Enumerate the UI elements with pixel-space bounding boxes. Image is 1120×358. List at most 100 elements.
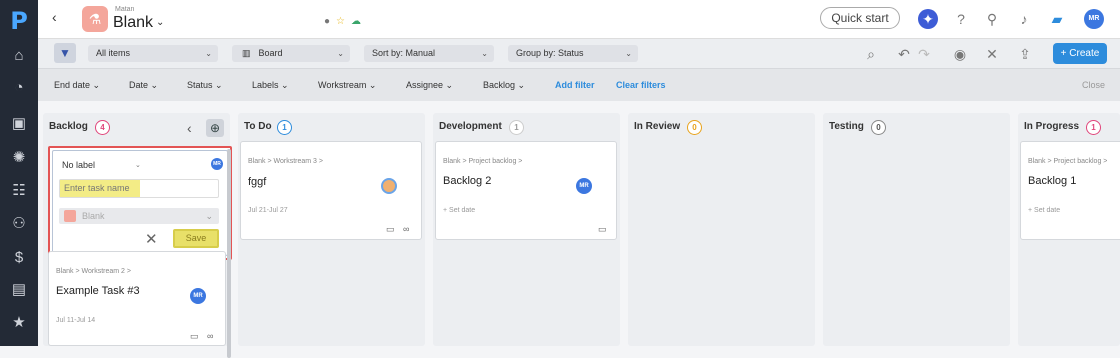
task-card[interactable]: Blank > Project backlog > Backlog 2 MR +…: [435, 141, 617, 240]
column-title: Backlog: [49, 121, 88, 132]
task-card[interactable]: Blank > Workstream 2 > Example Task #3 M…: [48, 251, 226, 346]
add-filter-link[interactable]: Add filter: [555, 80, 595, 90]
column-count-badge: 0: [871, 120, 886, 135]
back-icon[interactable]: ‹: [52, 9, 57, 25]
new-task-form-highlight: No label ⌄ MR Enter task name Blank ⌄ ✕ …: [48, 146, 232, 260]
view-toolbar: ▼ All items ⌄ ▥ Board ⌄ Sort by: Manual ⌄ Gr…: [38, 38, 1120, 68]
ai-sparkle-icon[interactable]: ✦: [918, 9, 938, 29]
chevron-down-icon: ⌄: [337, 49, 344, 58]
items-dropdown[interactable]: All items ⌄: [88, 45, 218, 62]
column-title: In Progress: [1024, 121, 1080, 132]
top-bar: ‹ ⚗ Matan Blank ⌄ ● ☆ ☁ Quick start ✦ ? …: [38, 0, 1120, 38]
chevron-down-icon[interactable]: ⌄: [135, 161, 141, 169]
column-scrollbar[interactable]: [227, 149, 231, 358]
quick-start-button[interactable]: Quick start: [820, 7, 900, 29]
kanban-board: Backlog 4 ‹ ⊕ No label ⌄ MR Enter task n…: [38, 101, 1120, 358]
column-in-progress: In Progress 1 Blank > Project backlog > …: [1018, 113, 1120, 346]
card-breadcrumb: Blank > Workstream 3 >: [248, 158, 323, 165]
column-count-badge: 0: [687, 120, 702, 135]
filter-backlog[interactable]: Backlog ⌄: [483, 80, 525, 91]
filter-end-date[interactable]: End date ⌄: [54, 80, 100, 91]
card-breadcrumb: Blank > Project backlog >: [443, 158, 523, 165]
card-title[interactable]: fggf: [248, 176, 266, 188]
board-view-icon: ▥: [242, 48, 251, 58]
task-card[interactable]: Blank > Project backlog > Backlog 1 + Se…: [1020, 141, 1120, 240]
help-icon[interactable]: ?: [951, 9, 971, 29]
team-icon[interactable]: ⚇: [9, 214, 29, 234]
user-avatar[interactable]: MR: [1084, 9, 1104, 29]
chevron-down-icon[interactable]: ⌄: [156, 17, 164, 28]
briefcase-icon[interactable]: ▣: [9, 114, 29, 134]
share-icon[interactable]: ⇪: [1015, 44, 1035, 64]
workspace-name: Matan: [115, 6, 135, 13]
card-date: Jul 21-Jul 27: [248, 207, 288, 214]
filter-labels[interactable]: Labels ⌄: [252, 80, 289, 91]
new-task-form: No label ⌄ MR Enter task name Blank ⌄ ✕ …: [52, 150, 228, 256]
add-user-icon[interactable]: ⚲: [982, 9, 1002, 29]
assignee-avatar-photo[interactable]: [381, 178, 397, 194]
lightbulb-icon[interactable]: ✺: [9, 148, 29, 168]
add-card-icon[interactable]: ⊕: [206, 119, 224, 137]
cloud-icon: ☁: [351, 16, 362, 27]
eye-icon[interactable]: ◉: [950, 44, 970, 64]
save-button[interactable]: Save: [173, 229, 219, 248]
card-title[interactable]: Backlog 1: [1028, 175, 1076, 187]
sort-dropdown[interactable]: Sort by: Manual ⌄: [364, 45, 494, 62]
set-date-link[interactable]: + Set date: [1028, 207, 1060, 214]
view-dropdown[interactable]: ▥ Board ⌄: [232, 45, 350, 62]
sidebar: P ⌂ ◔ ▣ ✺ ☷ ⚇ $ ▤ ★: [0, 0, 38, 346]
star-outline-icon[interactable]: ☆: [336, 16, 345, 27]
assignee-avatar[interactable]: MR: [576, 178, 592, 194]
bell-icon[interactable]: ♪: [1014, 9, 1034, 29]
project-title[interactable]: Blank: [113, 14, 153, 32]
logo-icon[interactable]: P: [8, 8, 30, 34]
filter-date[interactable]: Date ⌄: [129, 80, 158, 91]
home-icon[interactable]: ⌂: [9, 46, 29, 66]
project-select[interactable]: Blank ⌄: [59, 208, 219, 224]
info-icon[interactable]: ●: [324, 16, 330, 27]
chevron-down-icon: ⌄: [625, 49, 632, 58]
clear-filters-link[interactable]: Clear filters: [616, 80, 666, 90]
link-icon[interactable]: ∞: [403, 224, 409, 234]
card-title[interactable]: Backlog 2: [443, 175, 491, 187]
undo-icon[interactable]: ↶: [894, 44, 914, 64]
column-to-do: To Do 1 Blank > Workstream 3 > fggf Jul …: [238, 113, 425, 346]
card-date: Jul 11-Jul 14: [56, 317, 96, 324]
task-name-placeholder[interactable]: Enter task name: [60, 180, 140, 197]
close-filters-link[interactable]: Close: [1082, 80, 1105, 90]
board-icon[interactable]: ☷: [9, 181, 29, 201]
close-icon[interactable]: ✕: [145, 230, 158, 248]
money-bag-icon[interactable]: $: [9, 248, 29, 268]
collapse-left-icon[interactable]: ‹: [187, 120, 192, 136]
comment-icon[interactable]: ▭: [386, 224, 395, 235]
dashboard-icon[interactable]: ◔: [9, 78, 29, 98]
filter-status[interactable]: Status ⌄: [187, 80, 223, 91]
set-date-link[interactable]: + Set date: [443, 207, 475, 214]
star-icon[interactable]: ★: [9, 313, 29, 333]
project-select-label: Blank: [82, 211, 105, 221]
filter-icon[interactable]: ▼: [54, 43, 76, 63]
tools-icon[interactable]: ✕: [982, 44, 1002, 64]
column-count-badge: 4: [95, 120, 110, 135]
filter-bar: End date ⌄ Date ⌄ Status ⌄ Labels ⌄ Work…: [38, 68, 1120, 101]
column-count-badge: 1: [1086, 120, 1101, 135]
link-icon[interactable]: ∞: [207, 331, 213, 341]
comment-icon[interactable]: ▭: [598, 224, 607, 235]
comment-icon[interactable]: ▭: [190, 331, 199, 342]
task-name-input[interactable]: Enter task name: [59, 179, 219, 198]
label-dropdown[interactable]: No label: [62, 160, 95, 170]
column-testing: Testing 0: [823, 113, 1010, 346]
search-icon[interactable]: ⌕: [861, 44, 881, 64]
redo-icon[interactable]: ↷: [914, 44, 934, 64]
assignee-avatar[interactable]: MR: [190, 288, 206, 304]
task-card[interactable]: Blank > Workstream 3 > fggf Jul 21-Jul 2…: [240, 141, 422, 240]
assignee-avatar[interactable]: MR: [211, 158, 223, 170]
filter-workstream[interactable]: Workstream ⌄: [318, 80, 376, 91]
clipboard-icon[interactable]: ▤: [9, 280, 29, 300]
create-button[interactable]: + Create: [1053, 43, 1107, 64]
group-dropdown[interactable]: Group by: Status ⌄: [508, 45, 638, 62]
filter-assignee[interactable]: Assignee ⌄: [406, 80, 453, 91]
card-title[interactable]: Example Task #3: [56, 285, 140, 297]
chat-icon[interactable]: ▰: [1047, 9, 1067, 29]
group-dropdown-label: Group by: Status: [516, 48, 584, 58]
